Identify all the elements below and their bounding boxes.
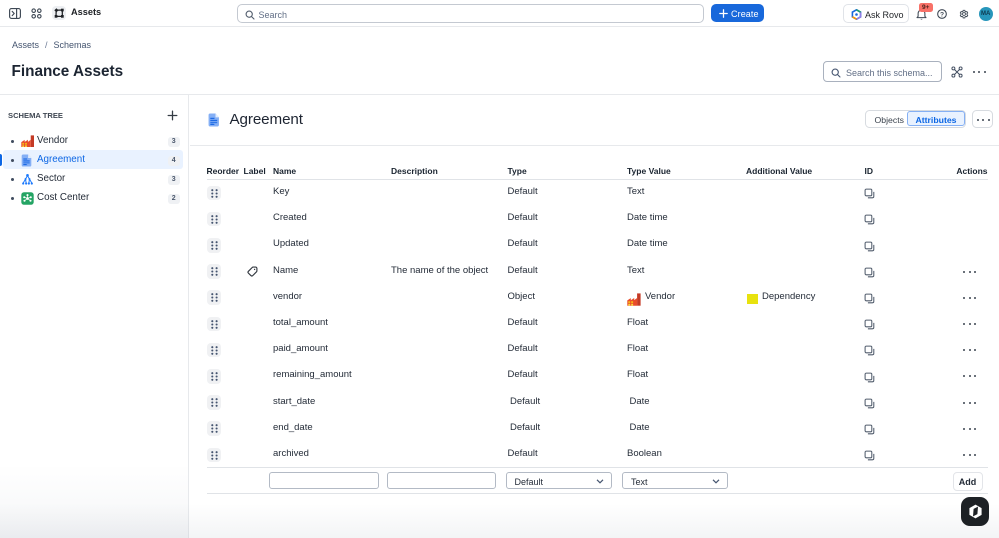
svg-text:?: ? [940, 11, 944, 18]
